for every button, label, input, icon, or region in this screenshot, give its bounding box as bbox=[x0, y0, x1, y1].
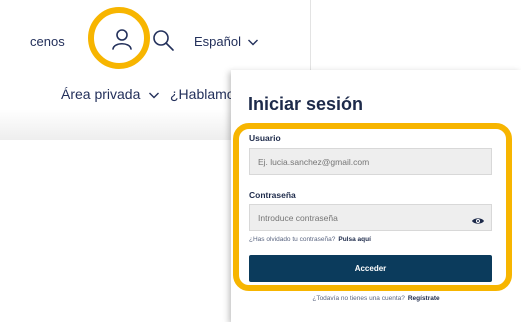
login-title: Iniciar sesión bbox=[248, 94, 364, 114]
search-icon[interactable] bbox=[150, 27, 176, 53]
chevron-down-icon bbox=[148, 88, 160, 100]
register-prompt: ¿Todavía no tienes una cuenta? Regístrate bbox=[231, 295, 521, 302]
register-text: ¿Todavía no tienes una cuenta? bbox=[312, 295, 405, 302]
chevron-down-icon bbox=[247, 36, 259, 48]
nav-conocenos-link[interactable]: cenos bbox=[30, 34, 65, 49]
nav-private-area[interactable]: Área privada bbox=[61, 86, 160, 102]
register-link[interactable]: Regístrate bbox=[408, 295, 440, 302]
private-area-label: Área privada bbox=[61, 86, 141, 102]
highlight-circle-annotation bbox=[88, 7, 150, 69]
language-label: Español bbox=[194, 34, 241, 49]
language-selector[interactable]: Español bbox=[194, 34, 259, 49]
highlight-rect-annotation bbox=[233, 123, 512, 291]
